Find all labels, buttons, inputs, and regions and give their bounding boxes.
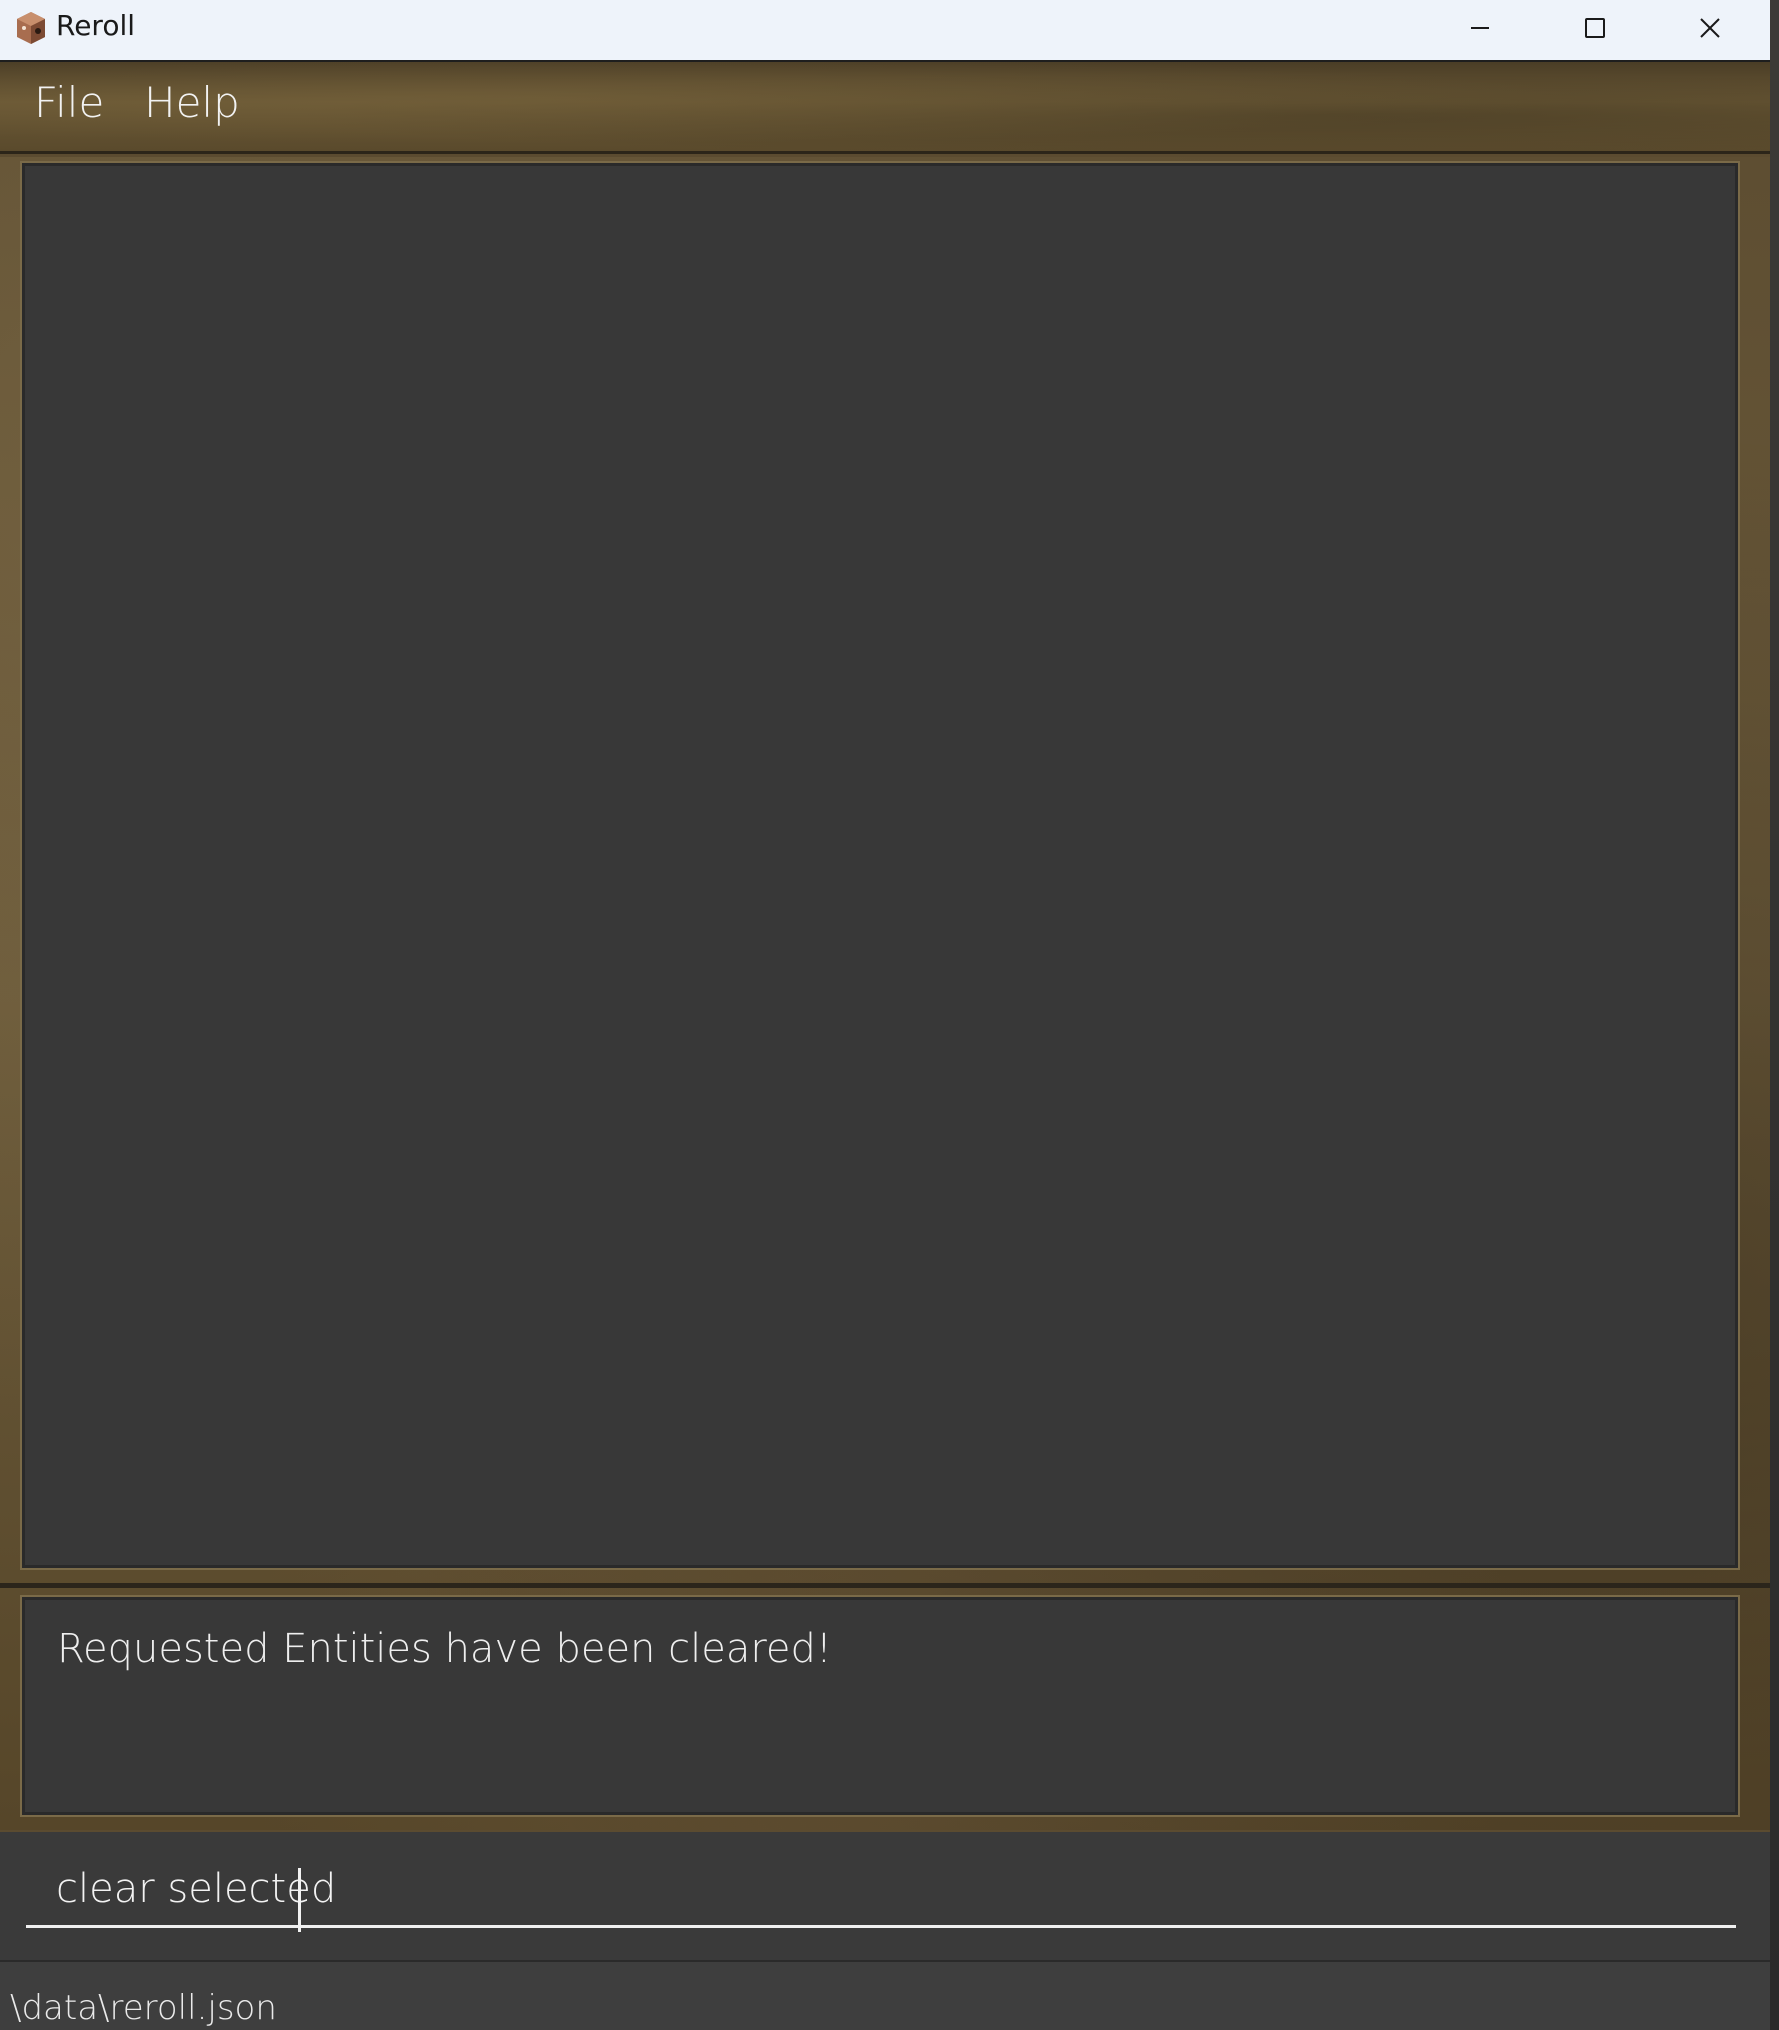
- maximize-button[interactable]: [1537, 0, 1653, 56]
- desktop-background: [1770, 0, 1779, 2030]
- panel-divider[interactable]: [0, 1583, 1770, 1588]
- window-title: Reroll: [56, 9, 136, 42]
- dice-cube-icon: [17, 12, 45, 44]
- result-message: Requested Entities have been cleared!: [57, 1626, 832, 1672]
- close-icon: [1700, 18, 1720, 38]
- menu-file[interactable]: File: [34, 78, 104, 127]
- status-bar: \data\reroll.json: [0, 1960, 1770, 2030]
- title-bar[interactable]: Reroll: [0, 0, 1770, 62]
- command-box: [0, 1832, 1770, 1960]
- maximize-icon: [1585, 18, 1605, 38]
- save-file-path: \data\reroll.json: [10, 1988, 277, 2028]
- text-caret: [298, 1868, 301, 1932]
- app-window: Reroll File Help Requested Entities have…: [0, 0, 1770, 2030]
- entity-list-panel[interactable]: [20, 161, 1740, 1570]
- menu-bar: File Help: [0, 62, 1770, 154]
- result-display: Requested Entities have been cleared!: [20, 1595, 1740, 1817]
- minimize-button[interactable]: [1422, 0, 1538, 56]
- minimize-icon: [1471, 27, 1489, 29]
- menu-help[interactable]: Help: [144, 78, 240, 127]
- close-button[interactable]: [1652, 0, 1768, 56]
- command-input[interactable]: [26, 1852, 1736, 1928]
